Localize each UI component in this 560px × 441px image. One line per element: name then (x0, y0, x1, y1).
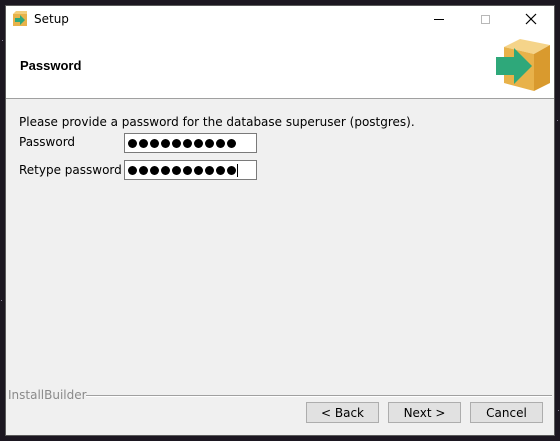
mask-dot (139, 165, 148, 175)
installer-box-icon (13, 11, 27, 26)
retype-password-mask (128, 165, 236, 175)
setup-window: Setup Password Please provide a password… (5, 5, 555, 436)
footer-divider (86, 395, 552, 397)
mask-dot (150, 138, 159, 148)
mask-dot (150, 165, 159, 175)
mask-dot (227, 165, 236, 175)
password-label: Password (19, 135, 76, 149)
mask-dot (205, 138, 214, 148)
password-mask (128, 138, 236, 148)
maximize-icon (480, 14, 490, 24)
mask-dot (172, 165, 181, 175)
mask-dot (128, 165, 137, 175)
minimize-icon (434, 18, 444, 20)
password-description: Please provide a password for the databa… (19, 115, 415, 129)
page-title: Password (20, 58, 82, 73)
mask-dot (128, 138, 137, 148)
mask-dot (194, 165, 203, 175)
mask-dot (194, 138, 203, 148)
window-title: Setup (34, 12, 69, 26)
mask-dot (216, 165, 225, 175)
mask-dot (172, 138, 181, 148)
mask-dot (183, 165, 192, 175)
password-input[interactable] (124, 133, 257, 153)
back-button[interactable]: < Back (306, 402, 379, 423)
cancel-button[interactable]: Cancel (470, 402, 543, 423)
installer-box-arrow-icon (496, 39, 550, 91)
title-bar[interactable]: Setup (6, 6, 554, 32)
mask-dot (161, 165, 170, 175)
mask-dot (227, 138, 236, 148)
close-button[interactable] (508, 6, 554, 32)
mask-dot (205, 165, 214, 175)
text-caret (237, 163, 238, 177)
page-header: Password (6, 32, 554, 99)
mask-dot (216, 138, 225, 148)
mask-dot (183, 138, 192, 148)
mask-dot (139, 138, 148, 148)
maximize-button[interactable] (462, 6, 508, 32)
mask-dot (161, 138, 170, 148)
close-icon (525, 13, 537, 25)
installbuilder-brand: InstallBuilder (8, 388, 87, 402)
minimize-button[interactable] (416, 6, 462, 32)
retype-password-label: Retype password (19, 163, 122, 177)
retype-password-input[interactable] (124, 160, 257, 180)
next-button[interactable]: Next > (388, 402, 461, 423)
